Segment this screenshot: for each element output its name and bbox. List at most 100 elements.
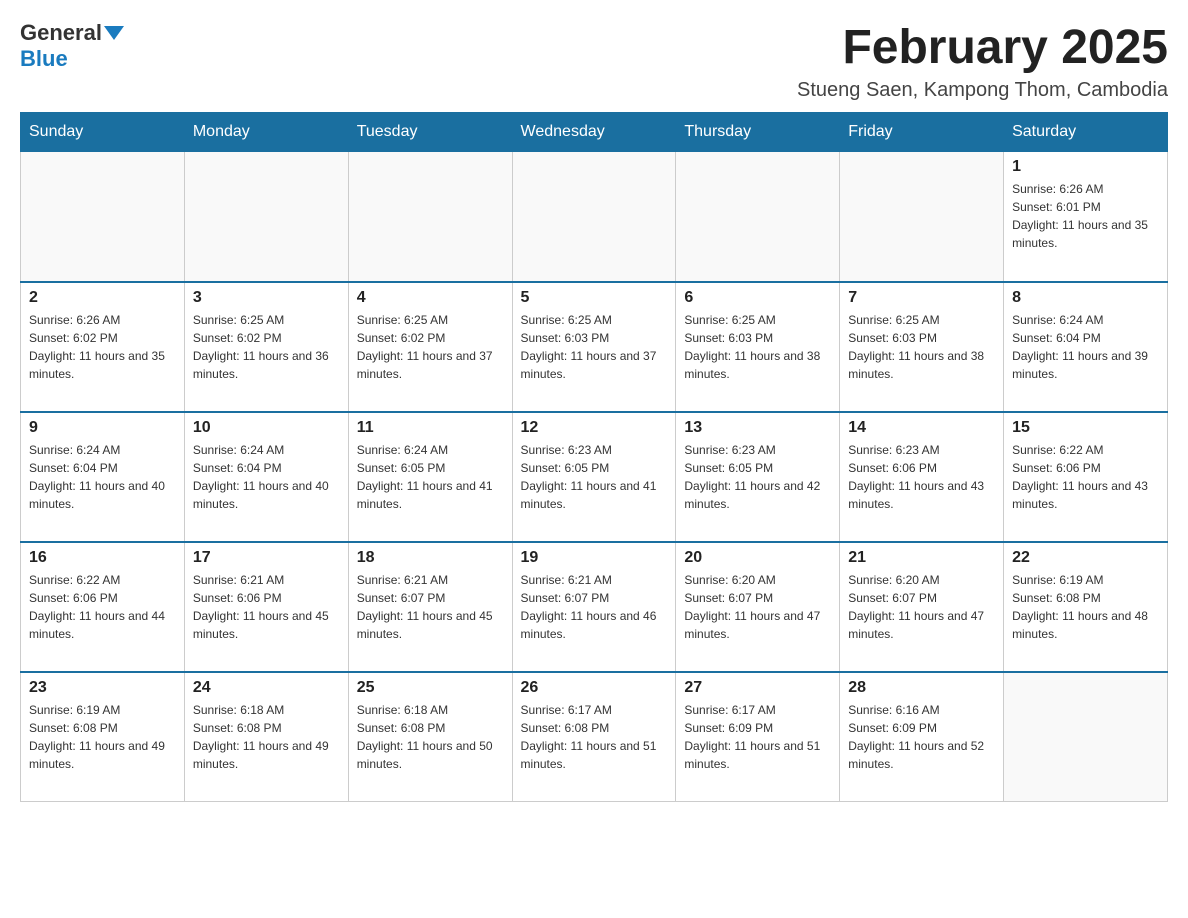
day-number: 6 <box>684 289 831 307</box>
day-number: 16 <box>29 549 176 567</box>
calendar-cell: 18 Sunrise: 6:21 AMSunset: 6:07 PMDayligh… <box>348 542 512 672</box>
page-header: General Blue February 2025 Stueng Saen, … <box>20 20 1168 102</box>
day-info: Sunrise: 6:24 AMSunset: 6:04 PMDaylight:… <box>29 441 176 513</box>
day-number: 13 <box>684 419 831 437</box>
day-info: Sunrise: 6:25 AMSunset: 6:03 PMDaylight:… <box>684 311 831 383</box>
day-info: Sunrise: 6:24 AMSunset: 6:04 PMDaylight:… <box>1012 311 1159 383</box>
calendar-cell: 24 Sunrise: 6:18 AMSunset: 6:08 PMDayligh… <box>184 672 348 802</box>
week-row-4: 16 Sunrise: 6:22 AMSunset: 6:06 PMDayligh… <box>21 542 1168 672</box>
title-area: February 2025 Stueng Saen, Kampong Thom,… <box>797 20 1168 102</box>
calendar-cell: 13 Sunrise: 6:23 AMSunset: 6:05 PMDayligh… <box>676 412 840 542</box>
calendar-cell: 17 Sunrise: 6:21 AMSunset: 6:06 PMDayligh… <box>184 542 348 672</box>
calendar-cell <box>21 152 185 282</box>
day-info: Sunrise: 6:21 AMSunset: 6:07 PMDaylight:… <box>357 571 504 643</box>
day-number: 24 <box>193 679 340 697</box>
day-info: Sunrise: 6:17 AMSunset: 6:09 PMDaylight:… <box>684 701 831 773</box>
calendar-cell: 9 Sunrise: 6:24 AMSunset: 6:04 PMDaylight… <box>21 412 185 542</box>
day-info: Sunrise: 6:23 AMSunset: 6:06 PMDaylight:… <box>848 441 995 513</box>
day-info: Sunrise: 6:22 AMSunset: 6:06 PMDaylight:… <box>29 571 176 643</box>
calendar-cell: 7 Sunrise: 6:25 AMSunset: 6:03 PMDaylight… <box>840 282 1004 412</box>
calendar-cell: 5Sunrise: 6:25 AMSunset: 6:03 PMDaylight… <box>512 282 676 412</box>
week-row-1: 1 Sunrise: 6:26 AMSunset: 6:01 PMDaylight… <box>21 152 1168 282</box>
week-row-5: 23Sunrise: 6:19 AMSunset: 6:08 PMDayligh… <box>21 672 1168 802</box>
logo-general-text: General <box>20 20 102 46</box>
logo-blue-text: Blue <box>20 46 68 72</box>
weekday-header-tuesday: Tuesday <box>348 113 512 152</box>
calendar-cell: 3 Sunrise: 6:25 AMSunset: 6:02 PMDaylight… <box>184 282 348 412</box>
day-number: 7 <box>848 289 995 307</box>
weekday-header-monday: Monday <box>184 113 348 152</box>
day-number: 22 <box>1012 549 1159 567</box>
day-info: Sunrise: 6:20 AMSunset: 6:07 PMDaylight:… <box>848 571 995 643</box>
day-info: Sunrise: 6:19 AMSunset: 6:08 PMDaylight:… <box>29 701 176 773</box>
calendar-cell: 26 Sunrise: 6:17 AMSunset: 6:08 PMDayligh… <box>512 672 676 802</box>
day-number: 2 <box>29 289 176 307</box>
calendar-cell: 21 Sunrise: 6:20 AMSunset: 6:07 PMDayligh… <box>840 542 1004 672</box>
day-info: Sunrise: 6:21 AMSunset: 6:06 PMDaylight:… <box>193 571 340 643</box>
day-number: 18 <box>357 549 504 567</box>
calendar-cell: 14Sunrise: 6:23 AMSunset: 6:06 PMDayligh… <box>840 412 1004 542</box>
day-number: 4 <box>357 289 504 307</box>
month-title: February 2025 <box>797 20 1168 75</box>
calendar-cell: 4 Sunrise: 6:25 AMSunset: 6:02 PMDaylight… <box>348 282 512 412</box>
day-info: Sunrise: 6:25 AMSunset: 6:03 PMDaylight:… <box>848 311 995 383</box>
location-label: Stueng Saen, Kampong Thom, Cambodia <box>797 79 1168 102</box>
day-info: Sunrise: 6:24 AMSunset: 6:04 PMDaylight:… <box>193 441 340 513</box>
day-info: Sunrise: 6:18 AMSunset: 6:08 PMDaylight:… <box>193 701 340 773</box>
day-number: 21 <box>848 549 995 567</box>
logo-triangle-icon <box>104 26 124 40</box>
calendar-cell <box>184 152 348 282</box>
calendar-cell: 8 Sunrise: 6:24 AMSunset: 6:04 PMDaylight… <box>1004 282 1168 412</box>
calendar-cell: 11Sunrise: 6:24 AMSunset: 6:05 PMDayligh… <box>348 412 512 542</box>
calendar-table: SundayMondayTuesdayWednesdayThursdayFrid… <box>20 112 1168 802</box>
day-info: Sunrise: 6:23 AMSunset: 6:05 PMDaylight:… <box>684 441 831 513</box>
day-number: 26 <box>521 679 668 697</box>
day-number: 3 <box>193 289 340 307</box>
calendar-cell: 15Sunrise: 6:22 AMSunset: 6:06 PMDayligh… <box>1004 412 1168 542</box>
day-info: Sunrise: 6:26 AMSunset: 6:01 PMDaylight:… <box>1012 180 1159 252</box>
weekday-header-friday: Friday <box>840 113 1004 152</box>
calendar-cell: 28 Sunrise: 6:16 AMSunset: 6:09 PMDayligh… <box>840 672 1004 802</box>
day-number: 17 <box>193 549 340 567</box>
day-number: 15 <box>1012 419 1159 437</box>
day-number: 9 <box>29 419 176 437</box>
weekday-header-row: SundayMondayTuesdayWednesdayThursdayFrid… <box>21 113 1168 152</box>
calendar-cell <box>676 152 840 282</box>
calendar-cell <box>348 152 512 282</box>
calendar-cell: 27 Sunrise: 6:17 AMSunset: 6:09 PMDayligh… <box>676 672 840 802</box>
day-number: 19 <box>521 549 668 567</box>
day-info: Sunrise: 6:19 AMSunset: 6:08 PMDaylight:… <box>1012 571 1159 643</box>
day-number: 1 <box>1012 158 1159 176</box>
day-number: 12 <box>521 419 668 437</box>
weekday-header-sunday: Sunday <box>21 113 185 152</box>
calendar-cell: 20Sunrise: 6:20 AMSunset: 6:07 PMDayligh… <box>676 542 840 672</box>
day-number: 27 <box>684 679 831 697</box>
day-number: 10 <box>193 419 340 437</box>
calendar-cell <box>1004 672 1168 802</box>
calendar-cell: 25Sunrise: 6:18 AMSunset: 6:08 PMDayligh… <box>348 672 512 802</box>
day-info: Sunrise: 6:16 AMSunset: 6:09 PMDaylight:… <box>848 701 995 773</box>
calendar-cell: 23Sunrise: 6:19 AMSunset: 6:08 PMDayligh… <box>21 672 185 802</box>
calendar-cell: 22 Sunrise: 6:19 AMSunset: 6:08 PMDayligh… <box>1004 542 1168 672</box>
calendar-cell: 19 Sunrise: 6:21 AMSunset: 6:07 PMDayligh… <box>512 542 676 672</box>
day-info: Sunrise: 6:26 AMSunset: 6:02 PMDaylight:… <box>29 311 176 383</box>
day-number: 11 <box>357 419 504 437</box>
calendar-cell: 16 Sunrise: 6:22 AMSunset: 6:06 PMDayligh… <box>21 542 185 672</box>
day-info: Sunrise: 6:17 AMSunset: 6:08 PMDaylight:… <box>521 701 668 773</box>
weekday-header-saturday: Saturday <box>1004 113 1168 152</box>
weekday-header-wednesday: Wednesday <box>512 113 676 152</box>
calendar-cell <box>840 152 1004 282</box>
day-number: 28 <box>848 679 995 697</box>
weekday-header-thursday: Thursday <box>676 113 840 152</box>
day-number: 25 <box>357 679 504 697</box>
logo: General Blue <box>20 20 124 72</box>
day-number: 8 <box>1012 289 1159 307</box>
day-info: Sunrise: 6:21 AMSunset: 6:07 PMDaylight:… <box>521 571 668 643</box>
calendar-cell: 10 Sunrise: 6:24 AMSunset: 6:04 PMDayligh… <box>184 412 348 542</box>
day-info: Sunrise: 6:25 AMSunset: 6:03 PMDaylight:… <box>521 311 668 383</box>
day-info: Sunrise: 6:25 AMSunset: 6:02 PMDaylight:… <box>193 311 340 383</box>
week-row-3: 9 Sunrise: 6:24 AMSunset: 6:04 PMDaylight… <box>21 412 1168 542</box>
calendar-cell: 12Sunrise: 6:23 AMSunset: 6:05 PMDayligh… <box>512 412 676 542</box>
day-info: Sunrise: 6:20 AMSunset: 6:07 PMDaylight:… <box>684 571 831 643</box>
day-info: Sunrise: 6:25 AMSunset: 6:02 PMDaylight:… <box>357 311 504 383</box>
